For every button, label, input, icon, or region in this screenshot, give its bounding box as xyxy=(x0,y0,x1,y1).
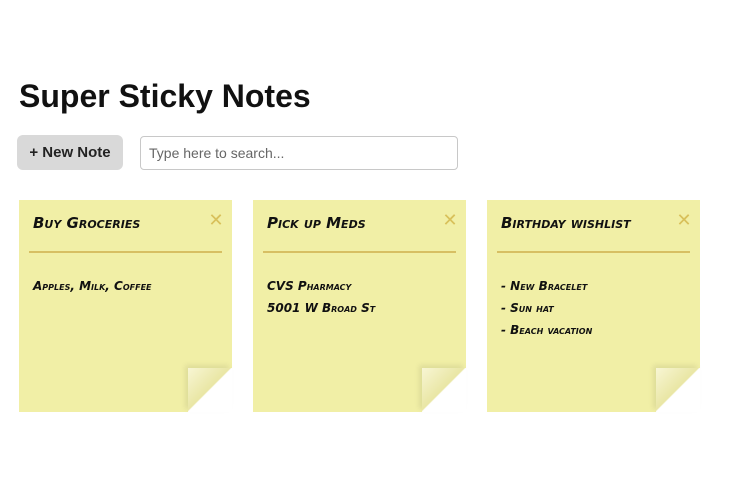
note-line: - Beach vacation xyxy=(501,323,593,337)
note-line: Apples, Milk, Coffee xyxy=(33,279,152,293)
toolbar: + New Note xyxy=(17,135,458,170)
page-curl-corner xyxy=(656,368,700,412)
page-curl-corner xyxy=(422,368,466,412)
page-title: Super Sticky Notes xyxy=(19,78,311,114)
note-divider xyxy=(29,251,222,253)
close-icon[interactable]: ✕ xyxy=(674,210,694,232)
notes-list: Buy Groceries ✕ Apples, Milk, Coffee Pic… xyxy=(19,200,721,412)
note-title[interactable]: Birthday wishlist xyxy=(501,214,664,232)
note-line: 5001 W Broad St xyxy=(267,301,376,315)
close-icon[interactable]: ✕ xyxy=(206,210,226,232)
note-body[interactable]: Apples, Milk, Coffee xyxy=(33,275,222,297)
note-divider xyxy=(263,251,456,253)
sticky-note[interactable]: Birthday wishlist ✕ - New Bracelet - Sun… xyxy=(487,200,700,412)
note-line: - New Bracelet xyxy=(501,279,588,293)
close-icon[interactable]: ✕ xyxy=(440,210,460,232)
note-line: CVS Pharmacy xyxy=(267,279,352,293)
note-body[interactable]: - New Bracelet - Sun hat - Beach vacatio… xyxy=(501,275,690,341)
note-title[interactable]: Buy Groceries xyxy=(33,214,196,232)
note-line: - Sun hat xyxy=(501,301,554,315)
page-curl-corner xyxy=(188,368,232,412)
note-divider xyxy=(497,251,690,253)
search-input[interactable] xyxy=(140,135,458,170)
note-title[interactable]: Pick up Meds xyxy=(267,214,430,232)
sticky-note[interactable]: Buy Groceries ✕ Apples, Milk, Coffee xyxy=(19,200,232,412)
new-note-button[interactable]: + New Note xyxy=(17,135,123,170)
sticky-note[interactable]: Pick up Meds ✕ CVS Pharmacy 5001 W Broad… xyxy=(253,200,466,412)
note-body[interactable]: CVS Pharmacy 5001 W Broad St xyxy=(267,275,456,319)
